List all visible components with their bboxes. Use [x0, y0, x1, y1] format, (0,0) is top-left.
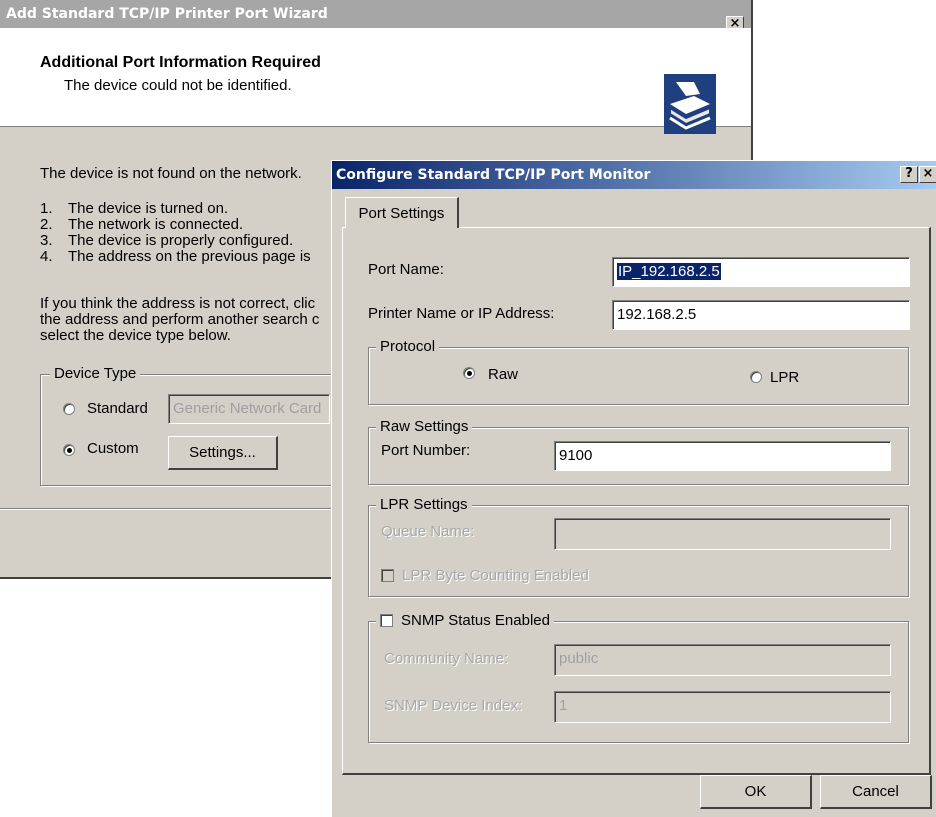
protocol-label: Protocol	[376, 338, 440, 355]
dialog-titlebar: Configure Standard TCP/IP Port Monitor	[332, 161, 936, 189]
lpr-byte-counting-checkbox[interactable]	[381, 569, 394, 582]
device-type-standard-radio[interactable]	[63, 403, 75, 415]
community-name-label: Community Name:	[384, 650, 509, 667]
raw-settings-label: Raw Settings	[376, 418, 473, 435]
lpr-byte-counting-label: LPR Byte Counting Enabled	[402, 567, 589, 584]
snmp-enabled-checkbox[interactable]	[380, 614, 393, 627]
printer-address-label: Printer Name or IP Address:	[368, 305, 555, 322]
dialog-title: Configure Standard TCP/IP Port Monitor	[336, 167, 651, 183]
device-type-label: Device Type	[50, 365, 141, 382]
cancel-button[interactable]: Cancel	[820, 775, 932, 809]
wizard-header: Additional Port Information Required The…	[0, 28, 751, 134]
protocol-raw-radio[interactable]	[463, 367, 475, 379]
lpr-settings-label: LPR Settings	[376, 496, 472, 513]
printer-icon	[664, 74, 716, 134]
queue-name-input[interactable]	[554, 518, 891, 550]
community-name-input[interactable]: public	[554, 644, 891, 676]
tab-port-settings[interactable]: Port Settings	[345, 197, 459, 228]
list-item: 3. The device is properly configured.	[40, 232, 294, 249]
settings-button[interactable]: Settings...	[168, 436, 278, 470]
device-type-standard-label: Standard	[87, 400, 148, 417]
snmp-header: SNMP Status Enabled	[376, 612, 554, 629]
standard-device-select[interactable]: Generic Network Card	[168, 394, 330, 424]
port-number-label: Port Number:	[381, 442, 471, 459]
dialog-close-button[interactable]: ×	[919, 166, 936, 183]
port-number-input[interactable]: 9100	[554, 441, 891, 471]
wizard-header-subtitle: The device could not be identified.	[64, 77, 292, 94]
wizard-checklist: 1. The device is turned on. 2. The network…	[40, 201, 311, 265]
protocol-group	[368, 347, 909, 405]
list-item: 1. The device is turned on.	[40, 200, 229, 217]
wizard-hint-text: If you think the address is not correct,…	[40, 295, 320, 344]
close-icon: ×	[922, 166, 934, 181]
help-icon: ?	[905, 166, 913, 181]
wizard-intro-text: The device is not found on the network.	[40, 165, 302, 182]
protocol-lpr-label: LPR	[770, 369, 800, 386]
wizard-header-title: Additional Port Information Required	[40, 54, 321, 71]
device-type-custom-label: Custom	[87, 440, 139, 457]
port-name-label: Port Name:	[368, 261, 444, 278]
port-name-input[interactable]: IP_192.168.2.5	[612, 257, 910, 287]
protocol-lpr-radio[interactable]	[750, 371, 762, 383]
list-item: 4. The address on the previous page is	[40, 248, 311, 265]
printer-address-input[interactable]: 192.168.2.5	[612, 300, 910, 330]
list-item: 2. The network is connected.	[40, 216, 244, 233]
queue-name-label: Queue Name:	[381, 523, 475, 540]
device-type-custom-radio[interactable]	[63, 444, 75, 456]
wizard-title: Add Standard TCP/IP Printer Port Wizard	[6, 6, 328, 22]
protocol-raw-label: Raw	[488, 366, 519, 383]
help-button[interactable]: ?	[900, 166, 918, 183]
port-monitor-dialog: Configure Standard TCP/IP Port Monitor ?…	[331, 160, 936, 817]
snmp-device-index-label: SNMP Device Index:	[384, 697, 523, 714]
snmp-device-index-input[interactable]: 1	[554, 691, 891, 723]
ok-button[interactable]: OK	[700, 775, 812, 809]
wizard-titlebar: Add Standard TCP/IP Printer Port Wizard	[0, 0, 751, 28]
snmp-enabled-label: SNMP Status Enabled	[401, 612, 550, 629]
snmp-group	[368, 621, 909, 743]
